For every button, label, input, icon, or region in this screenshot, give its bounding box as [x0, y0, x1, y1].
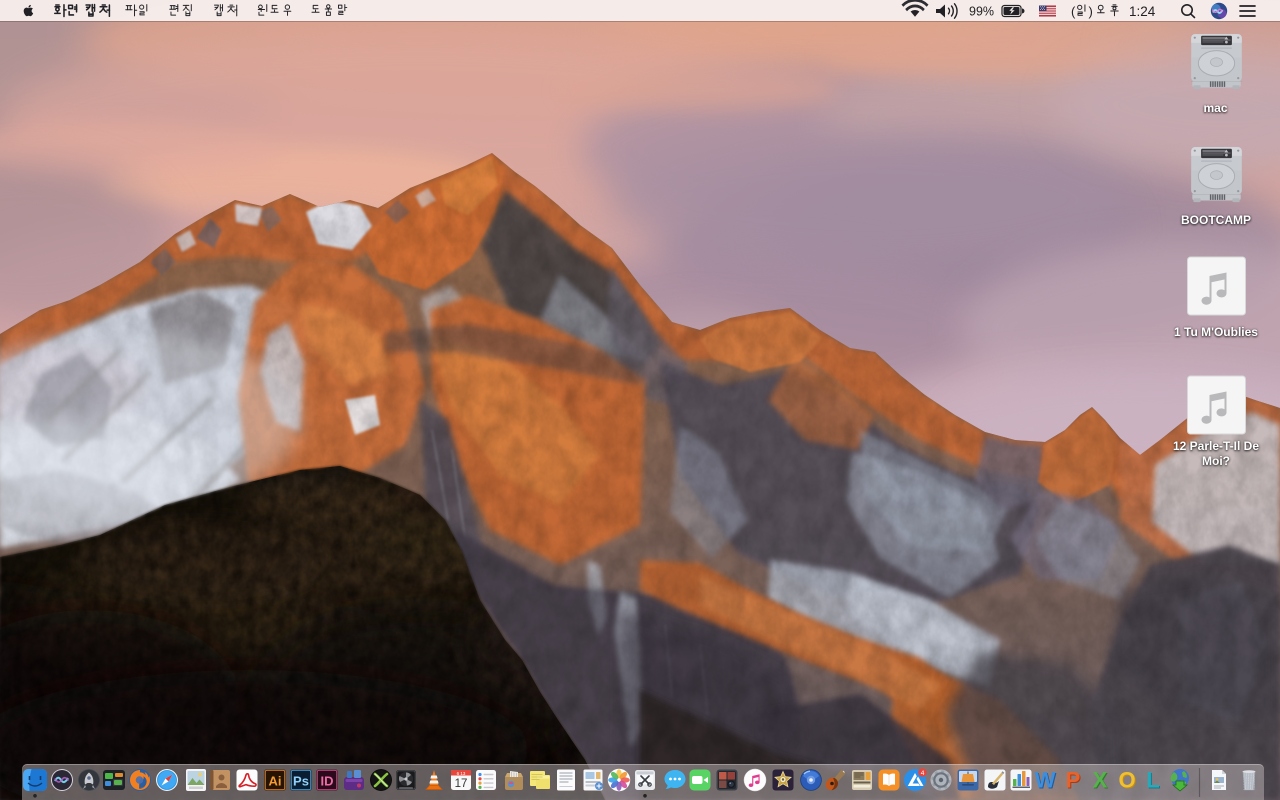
svg-text:): )	[1089, 4, 1093, 19]
svg-text:Ps: Ps	[293, 774, 309, 789]
svg-text:P: P	[1066, 768, 1081, 793]
svg-text:17: 17	[455, 778, 468, 790]
svg-text:Ai: Ai	[269, 774, 282, 789]
svg-text:6 13: 6 13	[457, 771, 466, 776]
svg-text:W: W	[1035, 768, 1056, 793]
svg-text:99%: 99%	[969, 5, 994, 19]
svg-text:4: 4	[921, 770, 925, 777]
svg-text:O: O	[1118, 768, 1135, 793]
svg-text:X: X	[1093, 768, 1108, 793]
svg-text:ID: ID	[321, 774, 334, 789]
svg-text:1:24: 1:24	[1129, 4, 1156, 19]
svg-text:(: (	[1071, 4, 1076, 19]
svg-text:L: L	[1146, 768, 1159, 793]
